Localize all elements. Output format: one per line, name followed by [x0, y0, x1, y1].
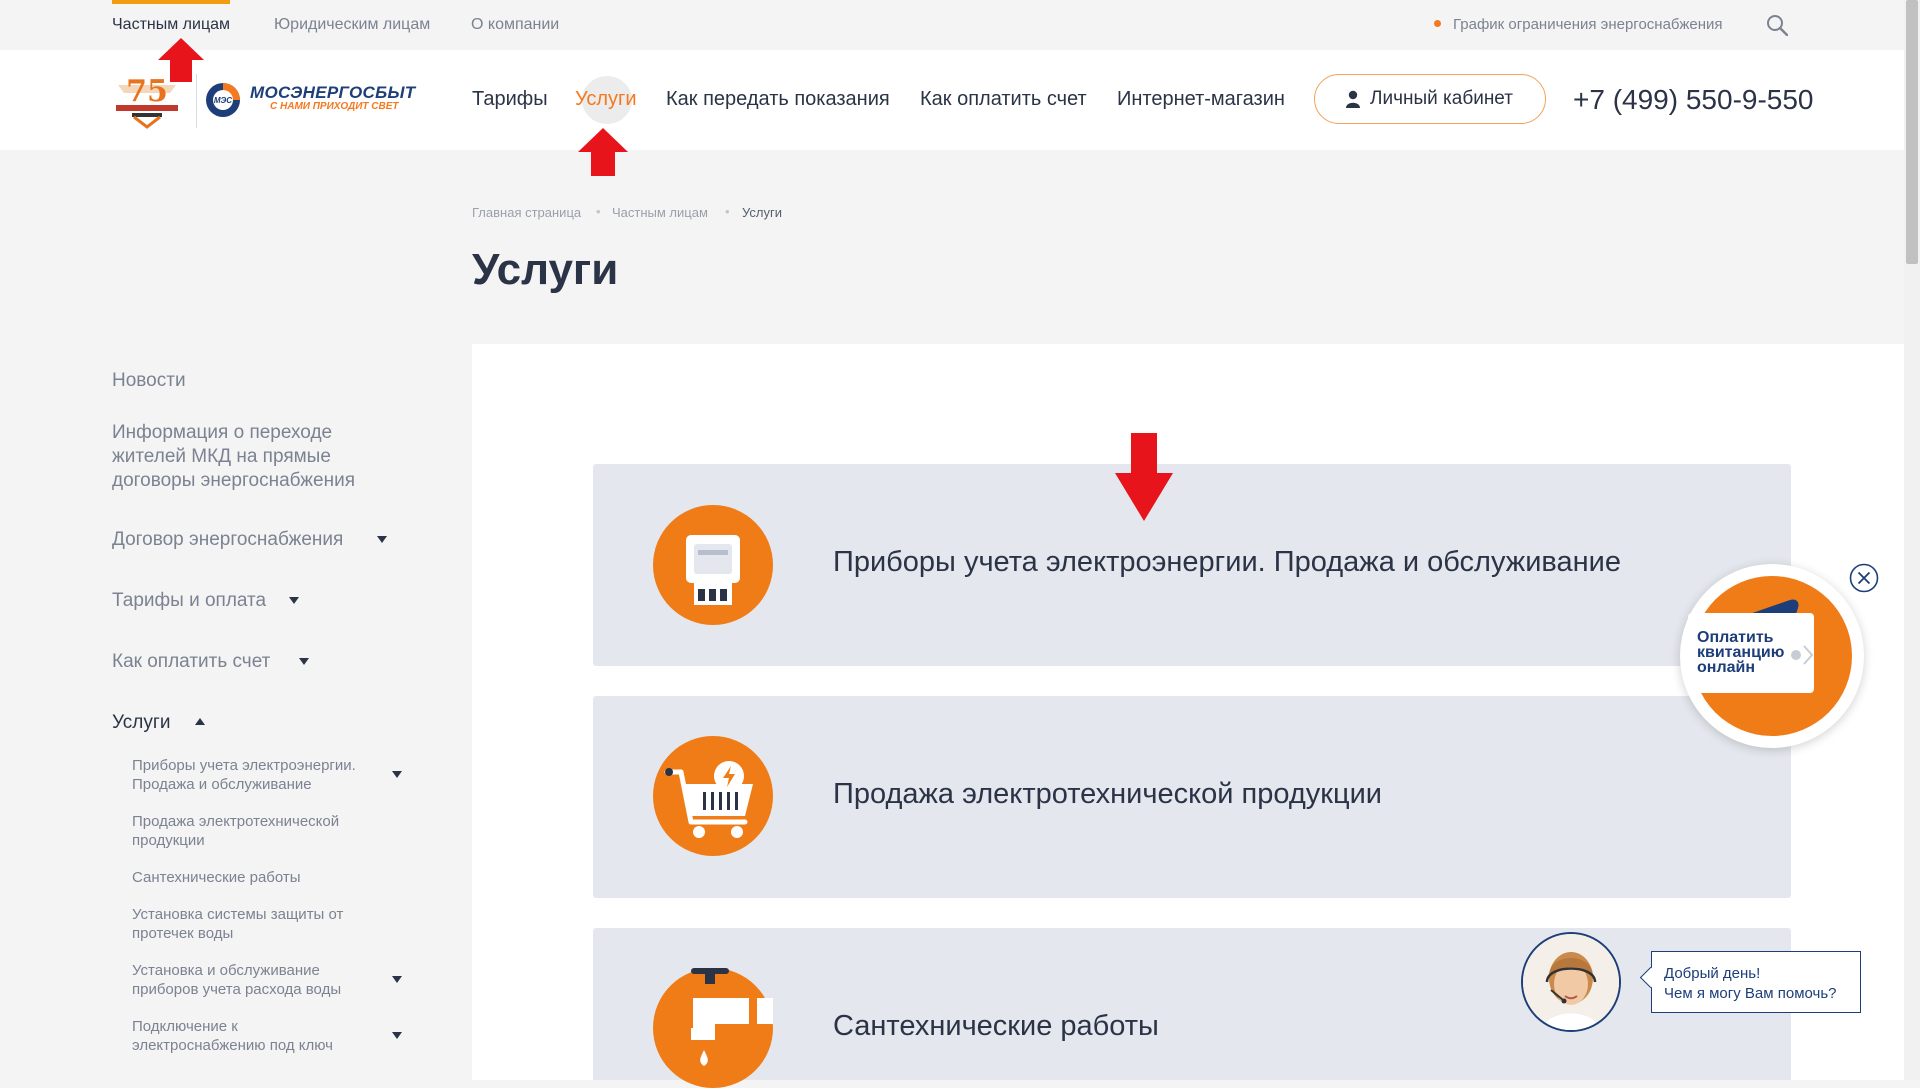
brand-name: МОСЭНЕРГОСБЫТ: [250, 83, 416, 102]
breadcrumb-separator: •: [725, 204, 730, 219]
sidebar-subitem-water-meters[interactable]: Установка и обслуживание приборов учета …: [132, 961, 372, 999]
schedule-link[interactable]: График ограничения энергоснабжения: [1434, 0, 1723, 50]
breadcrumb-separator: •: [596, 204, 601, 219]
user-icon: [1346, 90, 1360, 108]
sidebar-subitem-leak-protection[interactable]: Установка системы защиты от протечек вод…: [132, 905, 372, 943]
brand-slogan: С НАМИ ПРИХОДИТ СВЕТ: [270, 101, 399, 112]
personal-account-label: Личный кабинет: [1370, 88, 1513, 109]
service-card-meters[interactable]: Приборы учета электроэнергии. Продажа и …: [593, 464, 1791, 666]
sidebar-subitem-meters[interactable]: Приборы учета электроэнергии. Продажа и …: [132, 756, 372, 794]
chevron-down-icon[interactable]: [377, 536, 387, 543]
bullet-dot-icon: [1434, 19, 1441, 27]
mes-logo-icon[interactable]: МЭС: [205, 82, 241, 118]
chevron-right-icon[interactable]: [1790, 640, 1814, 670]
sidebar-subitem-plumbing[interactable]: Сантехнические работы: [132, 868, 301, 887]
service-card-electrical-products[interactable]: Продажа электротехнической продукции: [593, 696, 1791, 898]
service-card-label: Приборы учета электроэнергии. Продажа и …: [833, 546, 1621, 578]
sidebar-subitem-turnkey-connection[interactable]: Подключение к электроснабжению под ключ: [132, 1017, 372, 1055]
chevron-down-icon[interactable]: [392, 976, 402, 983]
nav-tariffs[interactable]: Тарифы: [472, 88, 548, 111]
annotation-arrow-down-icon: [1115, 433, 1173, 521]
tab-legal-entities[interactable]: Юридическим лицам: [274, 0, 430, 50]
sidebar-item-mkd-info[interactable]: Информация о переходе жителей МКД на пря…: [112, 421, 392, 493]
service-card-label: Продажа электротехнической продукции: [833, 778, 1382, 810]
nav-how-to-pay[interactable]: Как оплатить счет: [920, 88, 1087, 111]
page-title: Услуги: [472, 245, 619, 294]
chevron-up-icon[interactable]: [195, 718, 205, 725]
sidebar-item-services[interactable]: Услуги: [112, 711, 170, 735]
operator-icon: [1523, 934, 1619, 1030]
pay-online-label: Оплатить квитанцию онлайн: [1697, 629, 1785, 676]
service-card-label: Сантехнические работы: [833, 1010, 1159, 1042]
breadcrumb-private[interactable]: Частным лицам: [612, 205, 708, 220]
chevron-down-icon[interactable]: [392, 1032, 402, 1039]
sidebar-item-tariffs-payment[interactable]: Тарифы и оплата: [112, 589, 266, 613]
annotation-arrow-up-icon: [158, 38, 204, 82]
sidebar-item-contract[interactable]: Договор энергоснабжения: [112, 528, 343, 552]
search-icon[interactable]: [1766, 14, 1788, 36]
chat-greeting-line2: Чем я могу Вам помочь?: [1664, 985, 1837, 1002]
logo-divider: [196, 74, 197, 128]
cart-icon: [653, 736, 773, 856]
chevron-down-icon[interactable]: [289, 597, 299, 604]
chevron-down-icon[interactable]: [392, 771, 402, 778]
scrollbar-thumb[interactable]: [1906, 0, 1918, 264]
nav-submit-readings[interactable]: Как передать показания: [666, 88, 890, 111]
phone-number[interactable]: +7 (499) 550-9-550: [1573, 84, 1814, 116]
sidebar-subitem-electrical[interactable]: Продажа электротехнической продукции: [132, 812, 372, 850]
breadcrumb-current: Услуги: [742, 205, 782, 220]
annotation-arrow-up-icon: [578, 128, 628, 176]
nav-online-store[interactable]: Интернет-магазин: [1117, 88, 1285, 111]
tab-about-company[interactable]: О компании: [471, 0, 559, 50]
nav-services[interactable]: Услуги: [575, 88, 637, 111]
chat-operator-avatar[interactable]: [1521, 932, 1621, 1032]
sidebar-item-news[interactable]: Новости: [112, 369, 186, 393]
breadcrumb-home[interactable]: Главная страница: [472, 205, 581, 220]
close-icon[interactable]: [1849, 563, 1879, 593]
faucet-icon: [653, 968, 773, 1088]
mes-badge-text: МЭС: [214, 96, 232, 105]
schedule-link-label: График ограничения энергоснабжения: [1453, 16, 1723, 33]
sidebar-item-how-to-pay[interactable]: Как оплатить счет: [112, 650, 270, 674]
chevron-down-icon[interactable]: [299, 658, 309, 665]
chat-greeting-line1: Добрый день!: [1664, 965, 1761, 982]
personal-account-button[interactable]: Личный кабинет: [1314, 74, 1546, 124]
top-bar: Частным лицам Юридическим лицам О компан…: [0, 0, 1904, 50]
meter-icon: [653, 505, 773, 625]
chat-greeting-bubble[interactable]: Добрый день! Чем я могу Вам помочь?: [1651, 951, 1861, 1013]
